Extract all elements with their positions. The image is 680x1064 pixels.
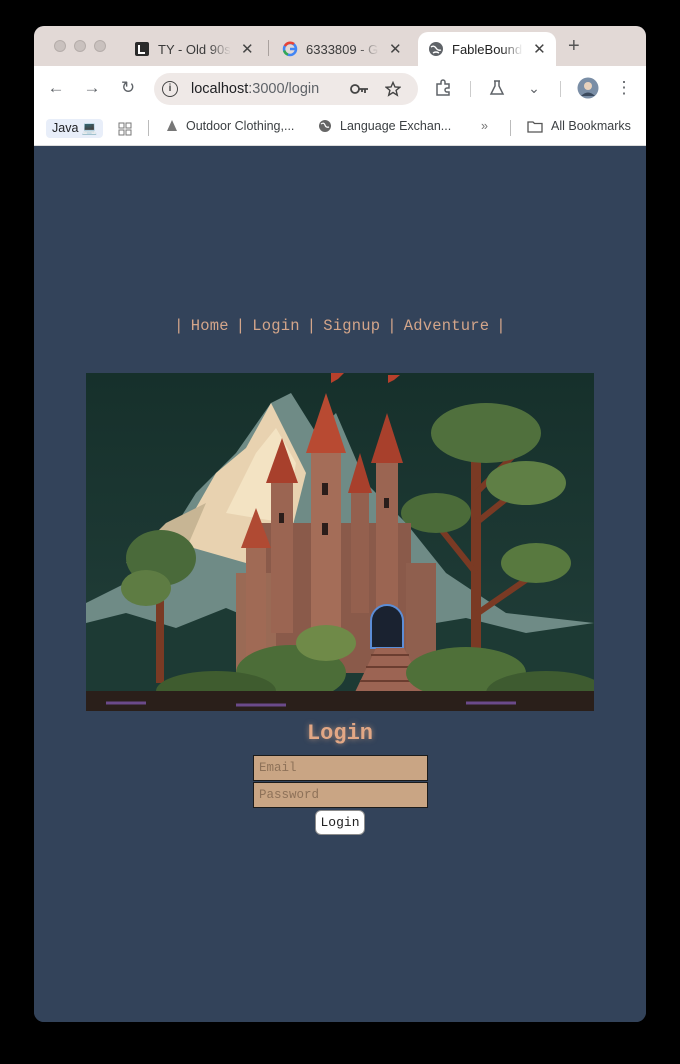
more-menu-icon[interactable]: ⋮ <box>614 78 634 98</box>
tab-divider <box>268 40 269 56</box>
tab-google[interactable]: 6333809 - G ✕ <box>272 32 412 66</box>
maximize-window-button[interactable] <box>94 40 106 52</box>
page-content: | Home | Login | Signup | Adventure | Lo… <box>34 147 646 1022</box>
bookmark-divider <box>148 120 149 136</box>
tab-title: FableBound A <box>452 41 523 57</box>
browser-window: TY - Old 90s ✕ 6333809 - G ✕ FableBound … <box>34 26 646 1022</box>
nav-link-home[interactable]: Home <box>191 317 229 335</box>
nav-separator: | <box>174 317 184 335</box>
castle-illustration <box>86 373 594 711</box>
address-bar[interactable]: i localhost:3000/login <box>154 73 418 105</box>
chevron-down-icon[interactable]: ⌄ <box>524 78 544 98</box>
login-button[interactable]: Login <box>315 810 365 835</box>
new-tab-button[interactable]: + <box>568 35 580 58</box>
reload-icon[interactable]: ↻ <box>118 78 138 98</box>
labs-flask-icon[interactable] <box>489 79 505 97</box>
site-nav: | Home | Login | Signup | Adventure | <box>34 317 646 335</box>
globe-icon <box>429 42 443 56</box>
google-icon <box>282 41 298 57</box>
toolbar-divider <box>470 81 471 97</box>
tab-title: 6333809 - G <box>306 41 379 57</box>
nav-separator: | <box>387 317 397 335</box>
bookmarks-overflow-icon[interactable]: » <box>481 119 488 133</box>
close-icon[interactable]: ✕ <box>389 40 402 58</box>
site-info-icon[interactable]: i <box>162 81 178 97</box>
toolbar-divider <box>560 81 561 97</box>
all-bookmarks-button[interactable]: All Bookmarks <box>527 119 631 133</box>
bookmark-outdoor-clothing[interactable]: Outdoor Clothing,... <box>166 119 294 133</box>
bookmark-language-exchange[interactable]: Language Exchan... <box>318 119 451 133</box>
apps-grid-icon[interactable] <box>118 122 132 136</box>
tab-strip: TY - Old 90s ✕ 6333809 - G ✕ FableBound … <box>34 26 646 66</box>
close-icon[interactable]: ✕ <box>241 40 254 58</box>
bookmark-divider <box>510 120 511 136</box>
folder-icon <box>527 120 543 133</box>
tab-title: TY - Old 90s <box>158 41 231 57</box>
minimize-window-button[interactable] <box>74 40 86 52</box>
nav-link-adventure[interactable]: Adventure <box>404 317 490 335</box>
password-field[interactable] <box>253 782 428 808</box>
bookmarks-bar: Java 💻 Outdoor Clothing,... Language Exc… <box>34 110 646 146</box>
close-window-button[interactable] <box>54 40 66 52</box>
extensions-puzzle-icon[interactable] <box>434 79 452 97</box>
nav-separator: | <box>306 317 317 335</box>
letter-l-icon <box>135 42 149 56</box>
key-icon[interactable] <box>350 82 370 96</box>
close-icon[interactable]: ✕ <box>533 40 546 58</box>
login-heading: Login <box>306 721 373 746</box>
browser-toolbar: ← → ↻ i localhost:3000/login ⌄ ⋮ <box>34 66 646 110</box>
email-field[interactable] <box>253 755 428 781</box>
globe-icon <box>319 120 331 132</box>
tree-icon <box>167 120 177 131</box>
tab-old-90s[interactable]: TY - Old 90s ✕ <box>124 32 264 66</box>
star-icon[interactable] <box>385 81 401 97</box>
nav-separator: | <box>235 317 246 335</box>
nav-link-login[interactable]: Login <box>252 317 300 335</box>
url-text: localhost:3000/login <box>191 81 320 97</box>
forward-arrow-icon[interactable]: → <box>82 78 102 98</box>
profile-avatar[interactable] <box>577 77 599 99</box>
tab-fablebound[interactable]: FableBound A ✕ <box>418 32 556 66</box>
back-arrow-icon[interactable]: ← <box>46 78 66 98</box>
bookmark-java[interactable]: Java 💻 <box>46 119 104 138</box>
nav-link-signup[interactable]: Signup <box>323 317 380 335</box>
nav-separator: | <box>496 317 506 335</box>
